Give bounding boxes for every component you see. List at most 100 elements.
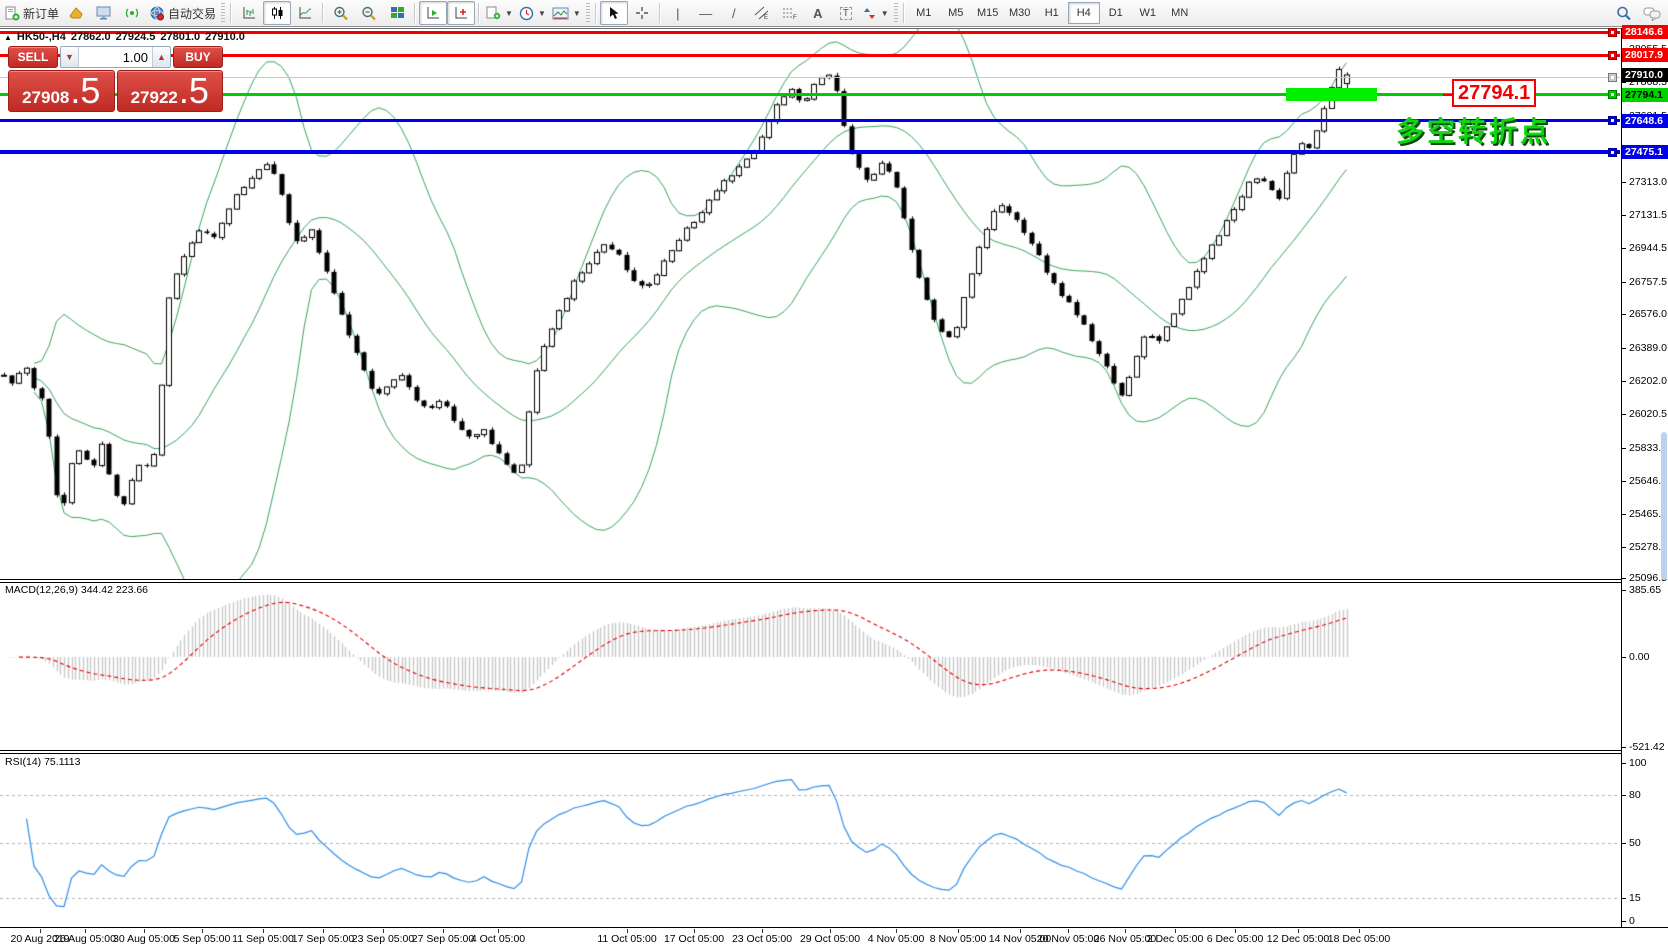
label-tool-button[interactable]: T [832, 1, 860, 25]
horizontal-level-line[interactable] [0, 150, 1620, 154]
bar-chart-mode-button[interactable] [235, 1, 263, 25]
marker-dot [1611, 119, 1614, 122]
timeframe-mn-button[interactable]: MN [1164, 2, 1196, 24]
search-button[interactable] [1610, 1, 1638, 25]
price-tick [1621, 314, 1626, 315]
toolbar-separator [414, 3, 416, 23]
window-scrollbar[interactable] [1661, 432, 1667, 580]
main-panel-bottom-border [0, 579, 1622, 580]
buy-price-button[interactable]: 27922 .5 [117, 70, 224, 112]
marker-dot [1611, 93, 1614, 96]
turning-point-note[interactable]: 多空转折点 [1396, 110, 1551, 150]
marker-dot [1611, 151, 1614, 154]
indicator-tick-label: 50 [1629, 837, 1641, 849]
timeframe-m5-button[interactable]: M5 [940, 2, 972, 24]
price-tick [1621, 82, 1626, 83]
chart-shift-button[interactable] [447, 1, 475, 25]
price-level-label: 27648.6 [1622, 114, 1668, 128]
toolbar-grip [894, 3, 898, 23]
timeframe-m30-button[interactable]: M30 [1004, 2, 1036, 24]
sell-price-button[interactable]: 27908 .5 [8, 70, 115, 112]
volume-input[interactable] [79, 47, 152, 67]
price-level-label: 28146.6 [1622, 25, 1668, 39]
price-level-label: 27910.0 [1622, 68, 1668, 82]
zoom-in-button[interactable] [327, 1, 355, 25]
marketwatch-button[interactable] [62, 1, 90, 25]
signal-button[interactable] [118, 1, 146, 25]
bar-chart-icon [242, 6, 257, 20]
crosshair-tool-button[interactable] [628, 1, 656, 25]
indicator-tick [1621, 763, 1626, 764]
crosshair-icon [635, 6, 649, 20]
rsi-panel-canvas[interactable] [0, 754, 1620, 927]
auto-trading-button[interactable]: 自动交易 [146, 1, 219, 25]
level-highlight-rectangle[interactable] [1286, 88, 1377, 101]
timeframe-h1-button[interactable]: H1 [1036, 2, 1068, 24]
text-tool-button[interactable]: A [804, 1, 832, 25]
zoom-out-icon [361, 6, 377, 21]
horizontal-level-line[interactable] [0, 77, 1620, 78]
indicator-tick-label: 0.00 [1629, 651, 1649, 663]
horizontal-line-tool-button[interactable]: — [692, 1, 720, 25]
line-drag-marker[interactable] [1608, 28, 1617, 37]
chevron-down-icon: ▼ [573, 9, 581, 18]
main-chart-canvas[interactable] [0, 29, 1620, 579]
indicator-tick-label: 0 [1629, 915, 1635, 927]
timeframe-m1-button[interactable]: M1 [908, 2, 940, 24]
template-button[interactable]: ▼ [549, 1, 584, 25]
volume-decrease-button[interactable]: ▼ [61, 47, 79, 67]
text-icon: A [813, 6, 822, 21]
timeframe-h4-button[interactable]: H4 [1068, 2, 1100, 24]
date-label: 11 Oct 05:00 [597, 933, 656, 945]
indicator-tick [1621, 898, 1626, 899]
collapse-triangle-icon[interactable]: ▲ [4, 33, 12, 42]
terminal-button[interactable] [90, 1, 118, 25]
timeframe-w1-button[interactable]: W1 [1132, 2, 1164, 24]
level-price-label[interactable]: 27794.1 [1452, 79, 1536, 107]
auto-scroll-button[interactable] [419, 1, 447, 25]
line-drag-marker[interactable] [1608, 116, 1617, 125]
volume-increase-button[interactable]: ▲ [152, 47, 170, 67]
arrows-tool-button[interactable]: ▼ [860, 1, 892, 25]
new-chart-button[interactable]: ▼ [483, 1, 516, 25]
indicator-tick-label: 15 [1629, 892, 1641, 904]
timeframe-m15-button[interactable]: M15 [972, 2, 1004, 24]
price-tick-label: 26020.5 [1629, 408, 1667, 420]
chat-icon [1643, 6, 1662, 21]
buy-button[interactable]: BUY [173, 46, 223, 68]
line-drag-marker[interactable] [1608, 51, 1617, 60]
chevron-down-icon: ▼ [505, 9, 513, 18]
fibonacci-tool-button[interactable]: F [776, 1, 804, 25]
zoom-out-button[interactable] [355, 1, 383, 25]
timeframe-label: H4 [1077, 7, 1091, 19]
line-drag-marker[interactable] [1608, 73, 1617, 82]
horizontal-level-line[interactable] [0, 119, 1620, 122]
new-order-button[interactable]: 新订单 [2, 1, 62, 25]
cursor-tool-button[interactable] [600, 1, 628, 25]
indicator-tick-label: 385.65 [1629, 584, 1661, 596]
horizontal-level-line[interactable] [0, 93, 1620, 96]
chat-button[interactable] [1638, 1, 1666, 25]
date-label: 11 Sep 05:00 [232, 933, 294, 945]
period-button[interactable]: ▼ [516, 1, 549, 25]
horizontal-level-line[interactable] [0, 54, 1620, 57]
price-tick [1621, 182, 1626, 183]
price-tick [1621, 348, 1626, 349]
date-label: 26 Aug 05:00 [54, 933, 116, 945]
tile-windows-button[interactable] [383, 1, 411, 25]
toolbar-separator [595, 3, 597, 23]
vertical-line-tool-button[interactable]: | [664, 1, 692, 25]
channel-tool-button[interactable]: E [748, 1, 776, 25]
line-chart-mode-button[interactable] [291, 1, 319, 25]
marker-dot [1611, 54, 1614, 57]
macd-panel-canvas[interactable] [0, 583, 1620, 750]
candlestick-mode-button[interactable] [263, 1, 291, 25]
line-drag-marker[interactable] [1608, 90, 1617, 99]
trendline-tool-button[interactable]: / [720, 1, 748, 25]
timeframe-label: M1 [916, 7, 931, 19]
line-drag-marker[interactable] [1608, 148, 1617, 157]
symbol-period-label: HK50-,H4 [17, 31, 66, 43]
sell-button[interactable]: SELL [8, 46, 58, 68]
zoom-in-icon [333, 6, 349, 21]
timeframe-d1-button[interactable]: D1 [1100, 2, 1132, 24]
